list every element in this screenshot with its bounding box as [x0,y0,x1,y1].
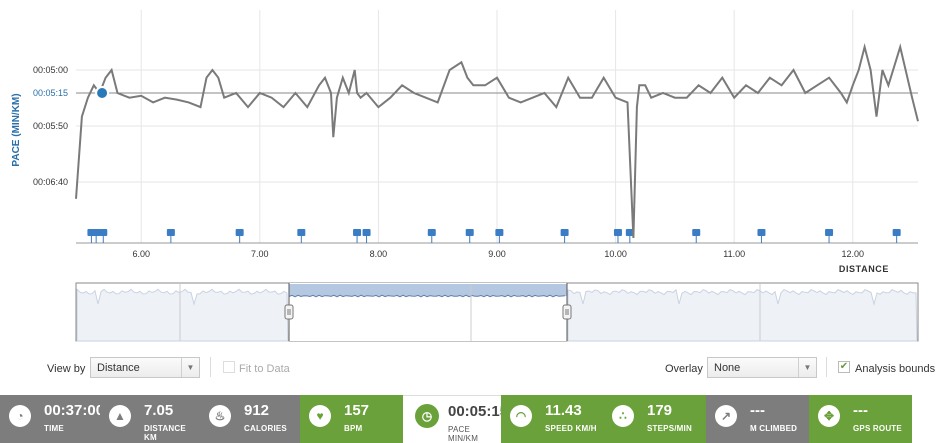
stat-value: --- [750,402,765,419]
navigator-overview-left [76,288,289,342]
stat-value: 912 [244,402,270,419]
pace-cursor[interactable] [95,86,110,100]
view-by-label: View by [47,363,86,375]
chart-grid [76,10,918,244]
stat-pace-min-km[interactable]: ◷ 00:05:15 PACE MIN/KM [403,395,508,443]
fit-to-data-checkbox[interactable] [223,361,235,373]
stats-bar: ◔ 00:37:00 TIME ▲ 7.05 DISTANCE KM ♨ 912 CALORIE… [0,395,942,443]
stat-value: 7.05 [144,402,174,419]
y-tick-labels: 00:05:00 00:05:15 00:05:50 00:06:40 [33,65,68,187]
x-tick-label: 8.00 [370,249,388,259]
stat-label: TIME [44,424,64,433]
y-tick-label: 00:05:15 [33,88,68,98]
stat-bpm[interactable]: ♥ 157 BPM [300,395,403,443]
stat-m-climbed[interactable]: ↗ --- M CLIMBED [706,395,809,443]
x-tick-label: 9.00 [488,249,506,259]
y-tick-label: 00:05:00 [33,65,68,75]
x-tick-labels: 6.00 7.00 8.00 9.00 10.00 11.00 12.00 [132,249,864,259]
road-icon: ▲ [109,405,131,427]
stat-value: 11.43 [545,402,582,419]
y-tick-label: 00:05:50 [33,121,68,131]
overlay-label: Overlay [665,363,703,375]
stat-value: 179 [647,402,673,419]
gps-icon: ✥ [818,405,840,427]
x-tick-label: 7.00 [251,249,269,259]
navigator-overview-right [567,288,918,342]
heart-icon: ♥ [309,405,331,427]
x-tick-label: 6.00 [132,249,150,259]
chevron-down-icon: ▼ [181,358,199,377]
stat-label: GPS ROUTE [853,424,902,433]
stat-time[interactable]: ◔ 00:37:00 TIME [0,395,104,443]
view-by-select[interactable]: Distance ▼ [90,357,200,378]
x-tick-label: 11.00 [723,249,745,259]
stat-value: --- [853,402,868,419]
analysis-bounds-label: Analysis bounds [855,363,936,375]
x-tick-label: 12.00 [842,249,865,259]
clock-icon: ◔ [9,405,31,427]
stat-value: 00:05:15 [448,403,509,420]
stat-label: M CLIMBED [750,424,798,433]
stat-distance-km[interactable]: ▲ 7.05 DISTANCE KM [100,395,200,443]
stat-calories[interactable]: ♨ 912 CALORIES [200,395,300,443]
fit-to-data-label: Fit to Data [239,363,290,375]
footprints-icon: ∴ [612,405,634,427]
chart-controls: View by Distance ▼ Fit to Data Overlay N… [0,352,942,382]
stat-value: 157 [344,402,370,419]
stat-value: 00:37:00 [44,402,105,419]
divider [210,357,211,377]
navigator[interactable] [75,282,919,342]
stopwatch-icon: ◷ [415,404,439,428]
stat-steps-min[interactable]: ∴ 179 STEPS/MIN [603,395,706,443]
y-axis-title: PACE (MIN/KM) [11,93,22,166]
stat-label: SPEED KM/H [545,424,597,433]
x-tick-label: 10.00 [604,249,627,259]
overlay-select[interactable]: None ▼ [707,357,817,378]
stat-gps-route[interactable]: ✥ --- GPS ROUTE [809,395,912,443]
flame-icon: ♨ [209,405,231,427]
pace-chart[interactable]: PACE (MIN/KM) 00:05:0000:05:1500:05:5000… [0,0,942,352]
y-tick-label: 00:06:40 [33,177,68,187]
stat-label: CALORIES [244,424,287,433]
view-by-value: Distance [97,362,140,374]
navigator-selection-band [289,284,567,296]
chevron-down-icon: ▼ [798,358,816,377]
right-drag-handle[interactable] [562,304,572,320]
mountain-icon: ↗ [715,405,737,427]
stat-label: STEPS/MIN [647,424,692,433]
speedometer-icon: ◠ [510,405,532,427]
x-axis-title: DISTANCE [839,264,889,274]
stat-speed-km-h[interactable]: ◠ 11.43 SPEED KM/H [501,395,603,443]
analysis-bounds-checkbox[interactable]: ✔ [838,361,850,373]
stat-label: PACE MIN/KM [448,425,479,443]
checkmark-icon: ✔ [839,361,849,372]
overlay-value: None [714,362,741,374]
stat-label: DISTANCE KM [144,424,186,442]
divider [826,357,827,377]
stat-label: BPM [344,424,363,433]
left-drag-handle[interactable] [284,304,294,320]
